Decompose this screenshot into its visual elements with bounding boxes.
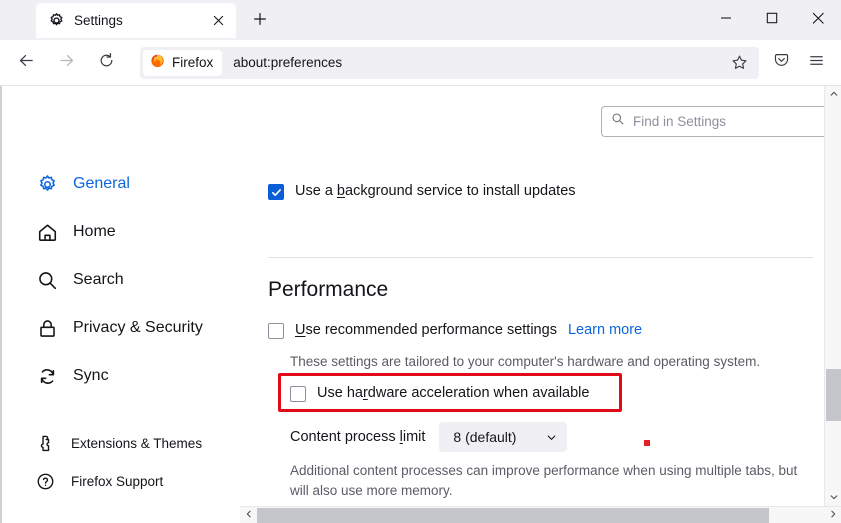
minimize-icon (720, 11, 732, 29)
sidebar-item-label: Sync (73, 367, 109, 384)
chevron-up-icon (829, 86, 839, 104)
horizontal-scrollbar-track[interactable] (257, 507, 824, 523)
pocket-icon (773, 52, 790, 74)
home-icon (36, 221, 58, 243)
sync-icon (36, 365, 58, 387)
maximize-button[interactable] (749, 0, 795, 40)
accesskey-letter: b (336, 183, 345, 199)
sidebar-item-search[interactable]: Search (36, 256, 251, 304)
content-process-limit-label: Content process limit (290, 428, 426, 445)
identity-chip-label: Firefox (172, 55, 214, 70)
content-process-note-line1: Additional content processes can improve… (290, 463, 798, 478)
search-input[interactable]: Find in Settings (601, 106, 833, 137)
recommended-performance-checkbox[interactable] (268, 323, 284, 339)
address-bar[interactable]: Firefox about:preferences (140, 46, 759, 79)
chevron-down-icon (829, 489, 839, 507)
firefox-settings-window: Settings Firefox about:preferences Find … (0, 0, 841, 523)
search-placeholder: Find in Settings (633, 114, 727, 129)
recommended-performance-row[interactable]: Use recommended performance settings Lea… (268, 321, 642, 340)
vertical-scrollbar-thumb[interactable] (826, 369, 841, 421)
plus-icon (253, 12, 267, 31)
sidebar-item-home[interactable]: Home (36, 208, 251, 256)
minimize-button[interactable] (703, 0, 749, 40)
background-update-checkbox[interactable] (268, 184, 284, 200)
app-menu-button[interactable] (800, 47, 832, 79)
navigation-toolbar: Firefox about:preferences (0, 40, 841, 86)
content-process-note: Additional content processes can improve… (290, 461, 810, 501)
close-icon[interactable] (208, 11, 228, 31)
bookmark-star-icon[interactable] (725, 49, 753, 77)
hardware-acceleration-row[interactable]: Use hardware acceleration when available (290, 384, 589, 403)
content-process-limit-row: Content process limit 8 (default) (290, 422, 568, 452)
red-marker-dot (644, 440, 650, 446)
sidebar-item-label: Search (73, 271, 124, 288)
close-button[interactable] (795, 0, 841, 40)
scroll-right-button[interactable] (824, 507, 841, 523)
chevron-right-icon (828, 506, 838, 523)
identity-chip[interactable]: Firefox (143, 49, 223, 76)
maximize-icon (766, 11, 778, 29)
accesskey-letter: U (295, 322, 306, 338)
sidebar-item-firefox-support[interactable]: Firefox Support (36, 462, 251, 500)
chevron-down-icon (546, 432, 557, 443)
vertical-scrollbar[interactable] (824, 86, 841, 523)
gear-icon (36, 173, 58, 195)
scroll-left-button[interactable] (240, 507, 257, 523)
search-icon (36, 269, 58, 291)
content-process-note-line2: will also use more memory. (290, 483, 453, 498)
content-process-limit-value: 8 (default) (453, 429, 517, 445)
section-divider (268, 257, 813, 258)
sidebar-item-label: Privacy & Security (73, 319, 203, 336)
window-controls (703, 0, 841, 40)
search-icon (611, 112, 625, 131)
hardware-acceleration-label: Use hardware acceleration when available (317, 385, 590, 401)
reload-button[interactable] (90, 47, 122, 79)
url-text[interactable]: about:preferences (233, 55, 725, 70)
new-tab-button[interactable] (248, 9, 272, 33)
learn-more-link[interactable]: Learn more (568, 321, 642, 340)
tab-title: Settings (74, 13, 123, 28)
pocket-button[interactable] (765, 47, 797, 79)
sidebar-item-label: Firefox Support (71, 473, 164, 489)
sidebar-item-general[interactable]: General (36, 160, 251, 208)
puzzle-icon (36, 434, 55, 453)
forward-button[interactable] (50, 47, 82, 79)
arrow-right-icon (58, 52, 75, 74)
scroll-down-button[interactable] (825, 489, 841, 506)
sidebar-divider-space (36, 400, 251, 424)
sidebar-item-label: General (73, 175, 130, 192)
tab-strip: Settings (0, 0, 841, 40)
horizontal-scrollbar-thumb[interactable] (257, 507, 769, 523)
performance-heading: Performance (268, 278, 389, 301)
background-update-row[interactable]: Use a background service to install upda… (268, 182, 576, 201)
back-button[interactable] (10, 47, 42, 79)
hamburger-menu-icon (808, 52, 825, 74)
sidebar-item-sync[interactable]: Sync (36, 352, 251, 400)
tab-settings[interactable]: Settings (36, 3, 236, 38)
close-icon (812, 11, 825, 29)
reload-icon (98, 52, 115, 74)
background-update-label: Use a background service to install upda… (295, 183, 576, 199)
sidebar-item-label: Home (73, 223, 116, 240)
settings-sidebar: General Home Search Privacy & Security S… (36, 160, 251, 500)
tailored-note: These settings are tailored to your comp… (290, 354, 761, 369)
question-circle-icon (36, 472, 55, 491)
scroll-up-button[interactable] (825, 86, 841, 103)
sidebar-item-extensions-themes[interactable]: Extensions & Themes (36, 424, 251, 462)
sidebar-item-privacy-security[interactable]: Privacy & Security (36, 304, 251, 352)
chevron-left-icon (244, 506, 254, 523)
arrow-left-icon (18, 52, 35, 74)
hardware-acceleration-checkbox[interactable] (290, 386, 306, 402)
content-process-limit-select[interactable]: 8 (default) (439, 422, 568, 452)
recommended-performance-label: Use recommended performance settings (295, 322, 557, 338)
gear-icon (48, 12, 65, 29)
horizontal-scrollbar[interactable] (240, 506, 841, 523)
lock-icon (36, 317, 58, 339)
firefox-logo-icon (150, 53, 165, 73)
sidebar-item-label: Extensions & Themes (71, 435, 203, 451)
